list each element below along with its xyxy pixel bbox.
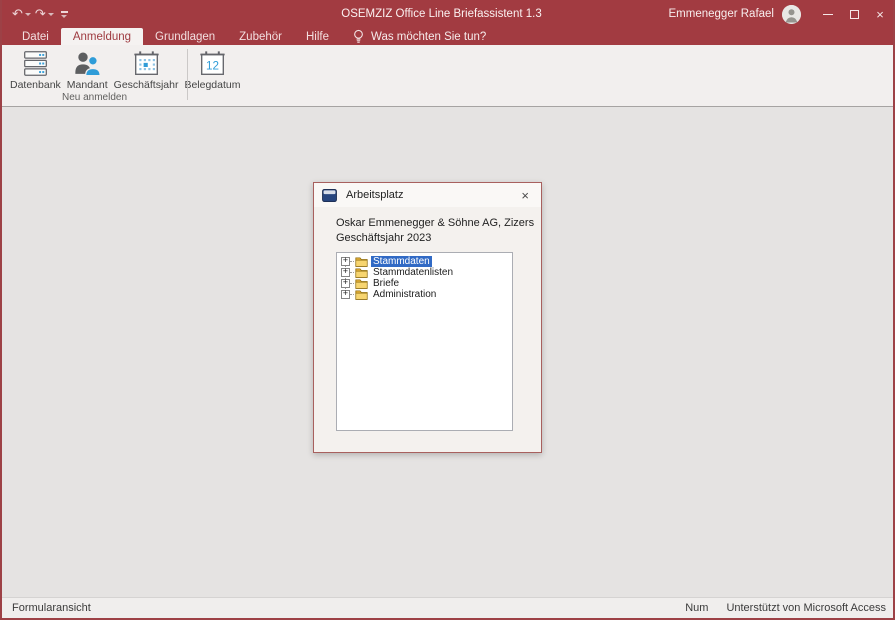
account-name[interactable]: Emmenegger Rafael: [669, 8, 774, 20]
view-mode-label: Formularansicht: [12, 602, 91, 614]
undo-button[interactable]: ↶: [12, 8, 31, 21]
database-icon: [22, 48, 49, 78]
folder-icon: [355, 278, 368, 289]
expand-icon[interactable]: +: [341, 257, 350, 266]
ribbon-group-label: Neu anmelden: [2, 92, 187, 103]
expand-icon[interactable]: +: [341, 290, 350, 299]
company-line: Oskar Emmenegger & Söhne AG, Zizers: [336, 216, 534, 231]
avatar[interactable]: [782, 5, 801, 24]
folder-icon: [355, 256, 368, 267]
tab-zubehoer[interactable]: Zubehör: [227, 28, 294, 45]
tree-branch-line: [350, 261, 354, 262]
expand-icon[interactable]: +: [341, 268, 350, 277]
quick-access-toolbar: ↶ ↷: [12, 0, 68, 28]
powered-by-label: Unterstützt von Microsoft Access: [726, 602, 886, 614]
datenbank-button[interactable]: Datenbank: [7, 47, 64, 92]
tree-item-label[interactable]: Stammdaten: [371, 256, 432, 267]
geschaeftsjahr-button[interactable]: Geschäftsjahr: [111, 47, 182, 92]
tree-item-briefe[interactable]: + Briefe: [337, 278, 512, 289]
mandant-label: Mandant: [67, 79, 108, 91]
maximize-icon: [850, 10, 859, 19]
tree-item-label[interactable]: Briefe: [371, 278, 401, 289]
folder-icon: [355, 267, 368, 278]
tree-item-label[interactable]: Stammdatenlisten: [371, 267, 455, 278]
minimize-button[interactable]: [815, 0, 841, 28]
tell-me-label: Was möchten Sie tun?: [371, 31, 486, 43]
form-icon: [322, 189, 337, 202]
dialog-title: Arbeitsplatz: [346, 189, 403, 201]
ribbon: Datenbank Mandant: [2, 45, 893, 107]
titlebar: ↶ ↷ OSEMZIZ Office Line Briefassistent 1…: [2, 0, 893, 28]
undo-icon: ↶: [12, 8, 23, 21]
status-bar: Formularansicht Num Unterstützt von Micr…: [2, 597, 893, 618]
tree-item-label[interactable]: Administration: [371, 289, 438, 300]
tree-item-stammdatenlisten[interactable]: + Stammdatenlisten: [337, 267, 512, 278]
redo-button[interactable]: ↷: [35, 8, 54, 21]
workspace-info: Oskar Emmenegger & Söhne AG, Zizers Gesc…: [336, 216, 534, 246]
person-icon: [782, 5, 801, 24]
chevron-down-icon[interactable]: [25, 13, 31, 16]
ribbon-group-neu-anmelden: Datenbank Mandant: [2, 45, 187, 106]
tree-item-stammdaten[interactable]: + Stammdaten: [337, 256, 512, 267]
tree-branch-line: [350, 283, 354, 284]
mandant-button[interactable]: Mandant: [64, 47, 111, 92]
app-window: ↶ ↷ OSEMZIZ Office Line Briefassistent 1…: [0, 0, 895, 620]
close-icon: ×: [876, 8, 884, 21]
datenbank-label: Datenbank: [10, 79, 61, 91]
chevron-down-icon[interactable]: [48, 13, 54, 16]
tab-grundlagen[interactable]: Grundlagen: [143, 28, 227, 45]
navigation-tree[interactable]: + Stammdaten +: [336, 252, 513, 431]
users-icon: [73, 48, 102, 78]
tell-me-search[interactable]: Was möchten Sie tun?: [353, 28, 486, 45]
ribbon-tab-bar: Datei Anmeldung Grundlagen Zubehör Hilfe…: [2, 28, 893, 45]
close-button[interactable]: ×: [867, 0, 893, 28]
calendar-grid-icon: [132, 48, 161, 78]
tab-datei[interactable]: Datei: [10, 28, 61, 45]
num-lock-indicator: Num: [685, 602, 708, 614]
redo-icon: ↷: [35, 8, 46, 21]
folder-icon: [355, 289, 368, 300]
belegdatum-button[interactable]: 12 Belegdatum: [181, 47, 243, 92]
tab-hilfe[interactable]: Hilfe: [294, 28, 341, 45]
titlebar-controls: Emmenegger Rafael ×: [669, 0, 893, 28]
minimize-icon: [823, 14, 833, 15]
customize-qat-icon: [61, 11, 68, 13]
main-content: Arbeitsplatz × Oskar Emmenegger & Söhne …: [2, 107, 893, 597]
lightbulb-icon: [353, 29, 364, 44]
tree-branch-line: [350, 272, 354, 273]
tree-branch-line: [350, 294, 354, 295]
ribbon-group-separator: [187, 49, 188, 100]
fiscal-year-line: Geschäftsjahr 2023: [336, 231, 534, 246]
tree-item-administration[interactable]: + Administration: [337, 289, 512, 300]
customize-qat-button[interactable]: [61, 11, 68, 18]
geschaeftsjahr-label: Geschäftsjahr: [114, 79, 179, 91]
maximize-button[interactable]: [841, 0, 867, 28]
arbeitsplatz-dialog: Arbeitsplatz × Oskar Emmenegger & Söhne …: [313, 182, 542, 453]
window-title: OSEMZIZ Office Line Briefassistent 1.3: [341, 8, 541, 20]
expand-icon[interactable]: +: [341, 279, 350, 288]
dialog-titlebar[interactable]: Arbeitsplatz ×: [314, 183, 541, 207]
calendar-date-icon: 12: [198, 48, 227, 78]
belegdatum-label: Belegdatum: [184, 79, 240, 91]
tab-anmeldung[interactable]: Anmeldung: [61, 28, 143, 45]
calendar-date-number: 12: [206, 59, 219, 72]
chevron-down-icon: [61, 15, 67, 18]
dialog-close-button[interactable]: ×: [517, 187, 533, 204]
